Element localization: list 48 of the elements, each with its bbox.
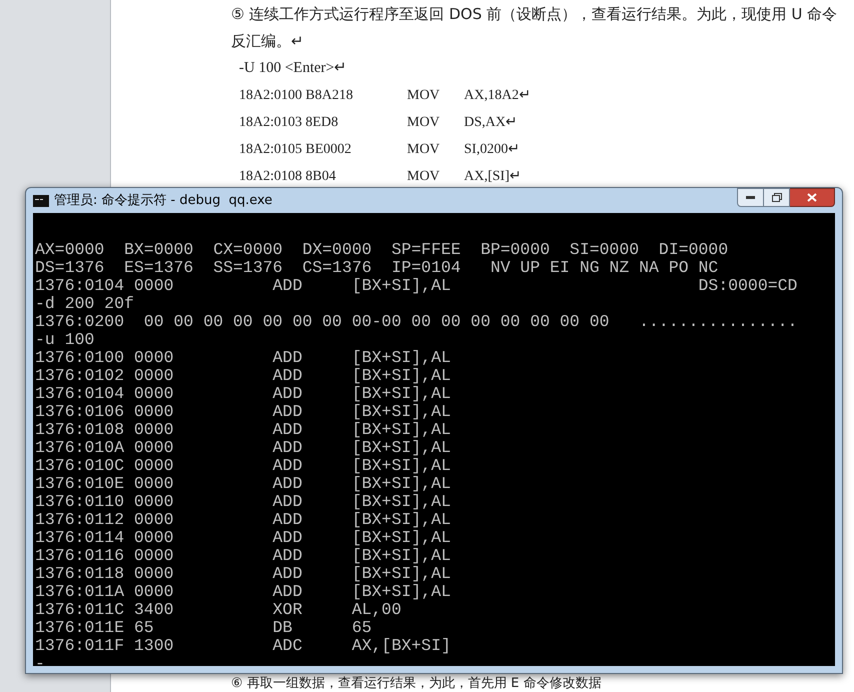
paragraph-text: ⑥ 再取一组数据，查看运行结果，为此，首先用 E 命令修改数据 — [231, 676, 602, 692]
code-operand: AX,18A2↵ — [464, 87, 531, 105]
console-line: 1376:010C 0000 ADD [BX+SI],AL — [35, 456, 451, 475]
code-address: 18A2:0100 B8A218 — [239, 87, 354, 105]
code-mnemonic: MOV — [407, 168, 441, 186]
console-line: 1376:010E 0000 ADD [BX+SI],AL — [35, 474, 451, 493]
console-line: 1376:010A 0000 ADD [BX+SI],AL — [35, 438, 451, 457]
code-operand: DS,AX↵ — [464, 114, 518, 132]
close-button[interactable] — [790, 188, 835, 207]
console-line: -d 200 20f — [35, 294, 134, 313]
console-line: 1376:0116 0000 ADD [BX+SI],AL — [35, 546, 451, 565]
console-line: 1376:0104 0000 ADD [BX+SI],AL — [35, 384, 451, 403]
console-line: 1376:0110 0000 ADD [BX+SI],AL — [35, 492, 451, 511]
console-line: -u 100 — [35, 330, 94, 349]
code-address: 18A2:0103 8ED8 — [239, 114, 340, 132]
window-title: 管理员: 命令提示符 - debug qq.exe — [54, 192, 272, 210]
console-line: 1376:011A 0000 ADD [BX+SI],AL — [35, 582, 451, 601]
console-line: 1376:0104 0000 ADD [BX+SI],AL DS:0000=CD — [35, 276, 798, 295]
paragraph-text: ⑤ 连续工作方式运行程序至返回 DOS 前（设断点），查看运行结果。为此，现使用 U 命令 — [231, 4, 838, 25]
console-line: 1376:0108 0000 ADD [BX+SI],AL — [35, 420, 451, 439]
command-text: -U 100 <Enter>↵ — [238, 59, 348, 78]
console-line: 1376:0102 0000 ADD [BX+SI],AL — [35, 366, 451, 385]
restore-icon — [772, 193, 782, 202]
code-address: 18A2:0108 8B04 — [239, 168, 337, 186]
console-line: 1376:0112 0000 ADD [BX+SI],AL — [35, 510, 451, 529]
console-line: DS=1376 ES=1376 SS=1376 CS=1376 IP=0104 NV UP EI NG NZ NA PO NC — [35, 258, 718, 277]
code-mnemonic: MOV — [407, 87, 441, 105]
maximize-button[interactable] — [764, 188, 790, 207]
code-mnemonic: MOV — [407, 114, 441, 132]
console-line: 1376:0114 0000 ADD [BX+SI],AL — [35, 528, 451, 547]
code-mnemonic: MOV — [407, 141, 441, 159]
console-line: 1376:0100 0000 ADD [BX+SI],AL — [35, 348, 451, 367]
code-address: 18A2:0105 BE0002 — [239, 141, 352, 159]
minimize-button[interactable] — [737, 188, 764, 207]
console-line: 1376:011C 3400 XOR AL,00 — [35, 600, 402, 619]
console-icon — [33, 194, 49, 206]
console-line: 1376:0106 0000 ADD [BX+SI],AL — [35, 402, 451, 421]
code-operand: SI,0200↵ — [464, 141, 520, 159]
console-line: - — [35, 654, 45, 666]
console-line: AX=0000 BX=0000 CX=0000 DX=0000 SP=FFEE BP=0000 SI=0000 DI=0000 — [35, 240, 728, 259]
code-operand: AX,[SI]↵ — [464, 168, 522, 186]
console-line: 1376:011E 65 DB 65 — [35, 618, 372, 637]
console-line: 1376:0200 00 00 00 00 00 00 00 00-00 00 00 00 00 00 00 00 ................ — [35, 312, 798, 331]
minimize-icon — [746, 196, 755, 199]
console-line: 1376:011F 1300 ADC AX,[BX+SI] — [35, 636, 451, 655]
paragraph-text: 反汇编。↵ — [231, 31, 305, 52]
close-icon — [807, 193, 817, 202]
console-line: 1376:0118 0000 ADD [BX+SI],AL — [35, 564, 451, 583]
